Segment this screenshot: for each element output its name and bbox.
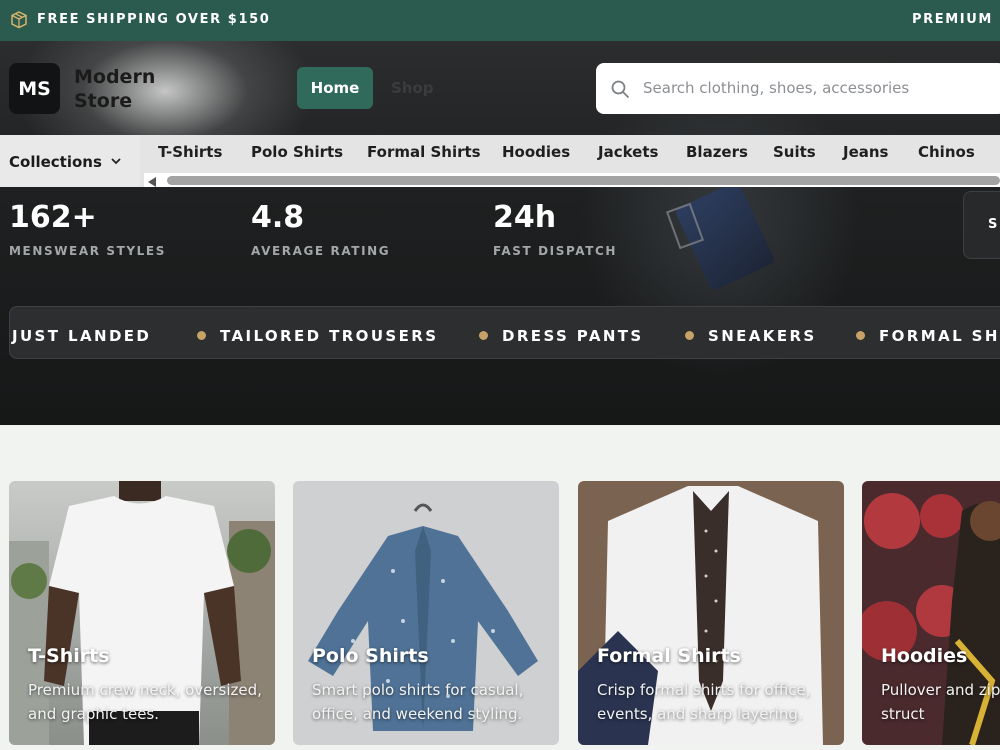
shipping-message: FREE SHIPPING OVER $150 bbox=[37, 12, 271, 27]
hero-section: MS Modern Store Home Shop Search clothin… bbox=[0, 41, 1000, 425]
scrollbar-thumb[interactable] bbox=[167, 176, 1000, 185]
search-icon bbox=[611, 80, 629, 98]
marquee-dot bbox=[479, 331, 488, 340]
product-description: Crisp formal shirts for office, events, … bbox=[597, 681, 811, 723]
category-jeans[interactable]: Jeans bbox=[843, 143, 888, 161]
product-card-hoodies[interactable]: Hoodies Pullover and zip soft fleece str… bbox=[862, 481, 1000, 745]
chevron-down-icon bbox=[111, 158, 121, 165]
collections-dropdown[interactable]: Collections bbox=[0, 135, 140, 187]
product-description: Pullover and zip soft fleece struct bbox=[881, 681, 1000, 723]
marquee-item: FORMAL SH bbox=[879, 327, 1000, 345]
nav-shop-link[interactable]: Shop bbox=[391, 79, 434, 97]
collections-label: Collections bbox=[9, 153, 102, 171]
scroll-left-arrow-icon[interactable] bbox=[148, 177, 156, 187]
announcement-marquee: JUST LANDED TAILORED TROUSERS DRESS PANT… bbox=[9, 306, 1000, 359]
marquee-item: DRESS PANTS bbox=[502, 327, 644, 345]
marquee-dot bbox=[685, 331, 694, 340]
stat-value-styles: 162+ bbox=[9, 200, 97, 235]
nav-home-link[interactable]: Home bbox=[297, 67, 373, 109]
stat-value-rating: 4.8 bbox=[251, 200, 305, 235]
product-card-polo-shirts[interactable]: Polo Shirts Smart polo shirts for casual… bbox=[293, 481, 559, 745]
search-input[interactable]: Search clothing, shoes, accessories bbox=[596, 63, 1000, 114]
product-card-formal-shirts[interactable]: Formal Shirts Crisp formal shirts for of… bbox=[578, 481, 844, 745]
store-logo[interactable]: MS bbox=[9, 63, 60, 114]
marquee-dot bbox=[856, 331, 865, 340]
category-nav: Collections T-Shirts Polo Shirts Formal … bbox=[0, 135, 1000, 187]
stat-label-rating: AVERAGE RATING bbox=[251, 244, 391, 258]
marquee-item: JUST LANDED bbox=[12, 327, 152, 345]
product-description: Premium crew neck, oversized, and graphi… bbox=[28, 681, 262, 723]
stat-label-styles: MENSWEAR STYLES bbox=[9, 244, 166, 258]
marquee-item: SNEAKERS bbox=[708, 327, 817, 345]
category-t-shirts[interactable]: T-Shirts bbox=[158, 143, 222, 161]
category-chinos[interactable]: Chinos bbox=[918, 143, 975, 161]
category-jackets[interactable]: Jackets bbox=[598, 143, 658, 161]
category-suits[interactable]: Suits bbox=[773, 143, 816, 161]
hero-side-button[interactable]: S bbox=[963, 191, 1000, 259]
category-hoodies[interactable]: Hoodies bbox=[502, 143, 570, 161]
category-blazers[interactable]: Blazers bbox=[686, 143, 748, 161]
category-polo-shirts[interactable]: Polo Shirts bbox=[251, 143, 343, 161]
promo-bar: FREE SHIPPING OVER $150 PREMIUM I bbox=[0, 0, 1000, 41]
stat-value-dispatch: 24h bbox=[493, 200, 557, 235]
box-icon bbox=[11, 11, 27, 29]
brand-name-line2[interactable]: Store bbox=[74, 90, 132, 112]
product-title[interactable]: T-Shirts bbox=[28, 645, 110, 667]
brand-name-line1[interactable]: Modern bbox=[74, 66, 155, 88]
side-button-label: S bbox=[988, 217, 998, 232]
product-title[interactable]: Formal Shirts bbox=[597, 645, 741, 667]
product-title[interactable]: Hoodies bbox=[881, 645, 967, 667]
search-placeholder: Search clothing, shoes, accessories bbox=[643, 79, 910, 97]
stat-label-dispatch: FAST DISPATCH bbox=[493, 244, 618, 258]
product-card-t-shirts[interactable]: T-Shirts Premium crew neck, oversized, a… bbox=[9, 481, 275, 745]
marquee-dot bbox=[197, 331, 206, 340]
premium-message: PREMIUM I bbox=[912, 12, 1000, 27]
marquee-item: TAILORED TROUSERS bbox=[220, 327, 439, 345]
product-description: Smart polo shirts for casual, office, an… bbox=[312, 681, 524, 723]
category-formal-shirts[interactable]: Formal Shirts bbox=[367, 143, 481, 161]
product-title[interactable]: Polo Shirts bbox=[312, 645, 429, 667]
